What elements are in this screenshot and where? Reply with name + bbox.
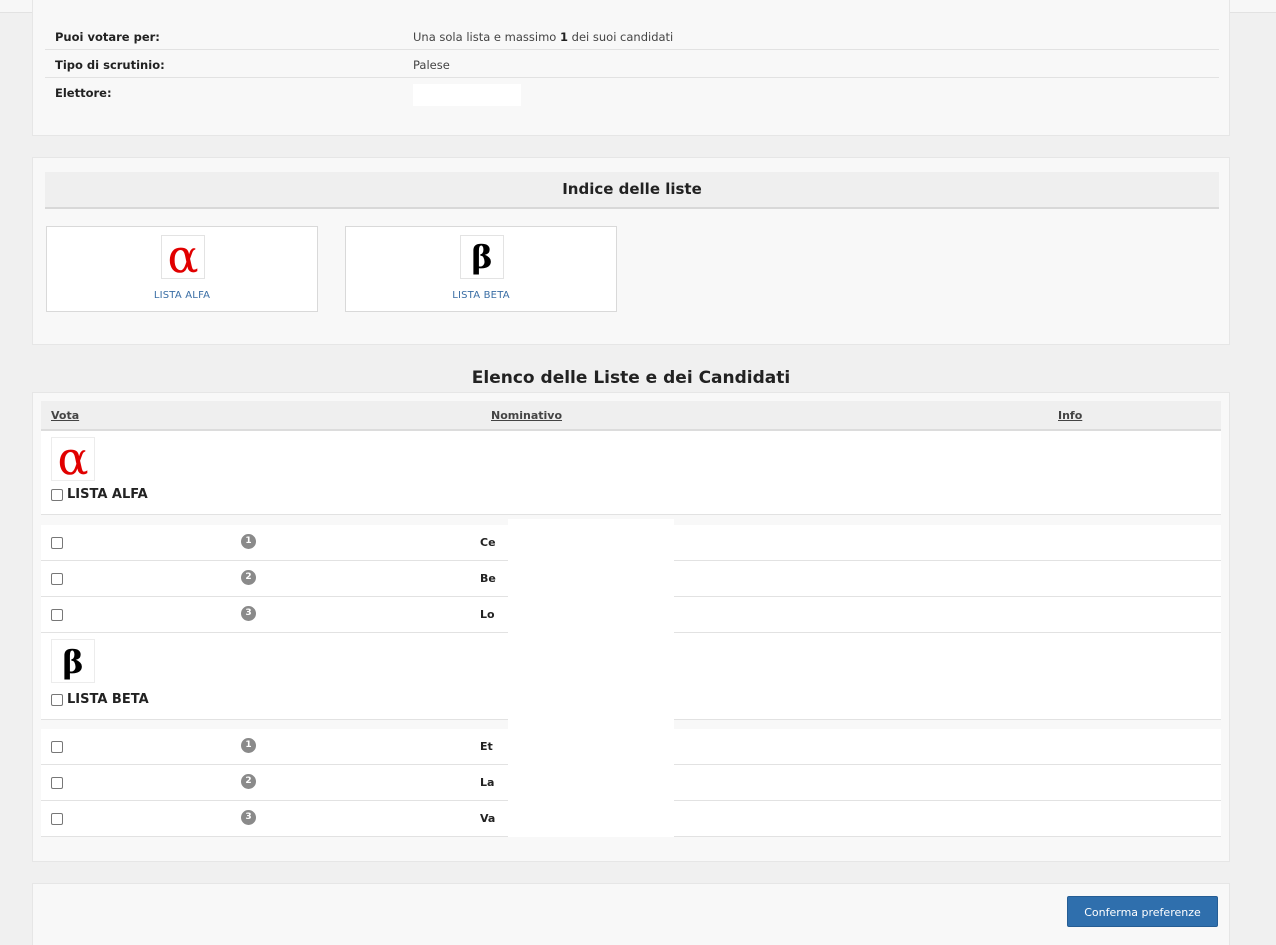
candidates-table-header: Vota Nominativo Info — [41, 401, 1221, 431]
redacted-candidate-names — [508, 519, 674, 837]
candidate-checkbox[interactable] — [51, 741, 63, 753]
footer-panel: Conferma preferenze — [32, 883, 1230, 945]
list-index-panel: Indice delle liste α LISTA ALFA β LISTA … — [32, 157, 1230, 345]
info-value: Una sola lista e massimo 1 dei suoi cand… — [413, 30, 674, 44]
info-row-vote-for: Puoi votare per: Una sola lista e massim… — [45, 22, 1219, 50]
candidate-number-badge: 3 — [241, 810, 256, 825]
list-card-beta[interactable]: β LISTA BETA — [345, 226, 617, 312]
column-header-vote[interactable]: Vota — [51, 409, 79, 422]
candidate-name: Ce — [480, 536, 496, 549]
list-card-label: LISTA BETA — [452, 290, 510, 301]
candidate-number-badge: 2 — [241, 570, 256, 585]
info-value: Palese — [413, 58, 450, 72]
info-label: Elettore: — [55, 86, 112, 100]
candidates-panel: Vota Nominativo Info α LISTA ALFA 1 Ce 2… — [32, 392, 1230, 862]
candidates-section-title: Elenco delle Liste e dei Candidati — [471, 368, 791, 388]
list-name: LISTA BETA — [67, 692, 149, 707]
candidate-name: Be — [480, 572, 496, 585]
ballot-info-panel: Puoi votare per: Una sola lista e massim… — [32, 0, 1230, 136]
list-card-label: LISTA ALFA — [153, 290, 211, 301]
candidate-number-badge: 1 — [241, 738, 256, 753]
list-name: LISTA ALFA — [67, 487, 148, 502]
candidate-name: La — [480, 776, 495, 789]
column-header-info[interactable]: Info — [1058, 409, 1082, 422]
candidate-checkbox[interactable] — [51, 573, 63, 585]
info-label: Tipo di scrutinio: — [55, 58, 165, 72]
list-row-alfa: α LISTA ALFA — [41, 431, 1221, 515]
candidate-name: Lo — [480, 608, 495, 621]
list-card-alfa[interactable]: α LISTA ALFA — [46, 226, 318, 312]
alpha-logo-icon: α — [161, 233, 205, 279]
list-index-title: Indice delle liste — [45, 172, 1219, 209]
beta-logo-icon: β — [460, 235, 504, 279]
info-row-ballot-type: Tipo di scrutinio: Palese — [45, 50, 1219, 78]
beta-logo-icon: β — [51, 639, 95, 683]
candidate-number-badge: 2 — [241, 774, 256, 789]
candidate-name: Et — [480, 740, 493, 753]
list-checkbox-alfa[interactable] — [51, 489, 63, 501]
alpha-logo-icon: α — [51, 435, 95, 481]
redacted-voter-name — [413, 84, 521, 106]
confirm-preferences-button[interactable]: Conferma preferenze — [1067, 896, 1218, 927]
candidate-checkbox[interactable] — [51, 537, 63, 549]
list-checkbox-beta[interactable] — [51, 694, 63, 706]
candidate-number-badge: 1 — [241, 534, 256, 549]
candidate-number-badge: 3 — [241, 606, 256, 621]
column-header-name[interactable]: Nominativo — [491, 409, 562, 422]
candidate-checkbox[interactable] — [51, 609, 63, 621]
info-row-voter: Elettore: — [45, 78, 1219, 118]
candidate-checkbox[interactable] — [51, 813, 63, 825]
candidate-checkbox[interactable] — [51, 777, 63, 789]
info-label: Puoi votare per: — [55, 30, 160, 44]
candidate-name: Va — [480, 812, 496, 825]
